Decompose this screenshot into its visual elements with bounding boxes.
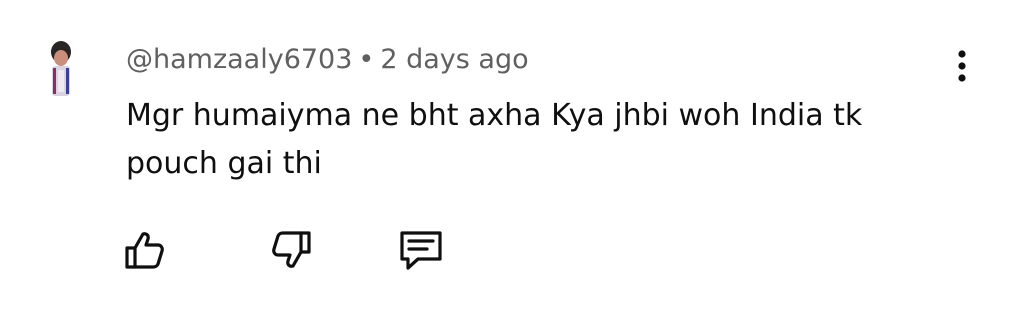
like-button[interactable] bbox=[120, 222, 170, 278]
more-vert-icon bbox=[958, 50, 966, 82]
thumb-down-icon bbox=[272, 231, 311, 268]
avatar[interactable] bbox=[44, 36, 78, 100]
thumb-up-icon bbox=[125, 232, 164, 269]
comment-timestamp[interactable]: 2 days ago bbox=[380, 44, 528, 75]
comment-meta: @hamzaaly6703 • 2 days ago bbox=[126, 42, 529, 78]
comment-text-line: Mgr humaiyma ne bht axha Kya jhbi woh In… bbox=[126, 98, 863, 133]
comment-text: Mgr humaiyma ne bht axha Kya jhbi woh In… bbox=[126, 92, 946, 188]
reply-button[interactable] bbox=[396, 222, 446, 278]
dislike-button[interactable] bbox=[266, 222, 316, 278]
reply-comment-icon bbox=[400, 231, 442, 270]
more-options-button[interactable] bbox=[946, 46, 978, 86]
avatar-image bbox=[44, 36, 78, 100]
comment-item: @hamzaaly6703 • 2 days ago Mgr humaiyma ne… bbox=[0, 0, 1024, 311]
author-name[interactable]: @hamzaaly6703 bbox=[126, 44, 352, 75]
meta-separator: • bbox=[358, 44, 375, 75]
comment-text-line: pouch gai thi bbox=[126, 146, 322, 181]
